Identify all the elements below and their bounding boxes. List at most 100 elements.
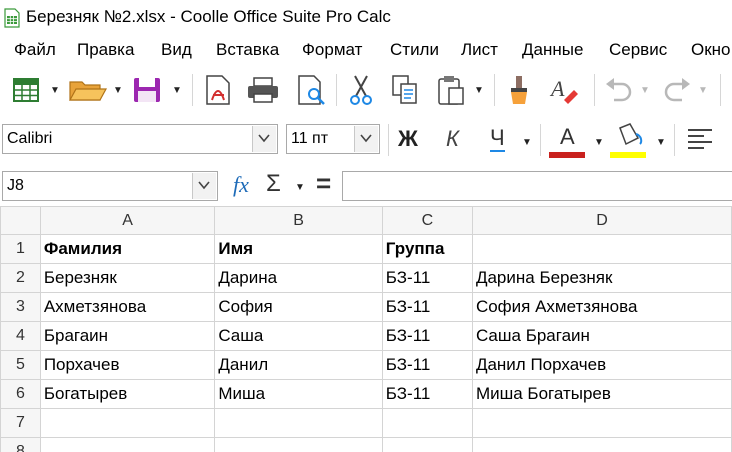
row-header[interactable]: 6 [0, 379, 41, 409]
cell-b2[interactable]: Дарина [214, 263, 383, 293]
menu-styles[interactable]: Стили [390, 40, 439, 60]
menu-insert[interactable]: Вставка [216, 40, 279, 60]
cell-b7[interactable] [214, 408, 383, 438]
formatting-toolbar: Calibri 11 пт Ж К Ч ▼ А ▼ ▼ [0, 118, 732, 162]
cell-c3[interactable]: БЗ-11 [381, 292, 473, 322]
row-header[interactable]: 1 [0, 234, 41, 264]
cut-icon[interactable] [346, 74, 376, 106]
cell-c5[interactable]: БЗ-11 [381, 350, 473, 380]
undo-icon[interactable] [604, 76, 634, 104]
cell-b3[interactable]: София [214, 292, 383, 322]
column-header-b[interactable]: B [214, 206, 383, 235]
cell-b8[interactable] [214, 437, 383, 452]
clear-formatting-icon[interactable]: A [548, 74, 580, 106]
cell-d4[interactable]: Саша Брагаин [471, 321, 732, 351]
sum-button[interactable]: Σ [266, 170, 281, 198]
formula-equals-button[interactable]: = [316, 168, 331, 199]
cell-a2[interactable]: Березняк [39, 263, 216, 293]
svg-text:A: A [549, 76, 565, 101]
menu-data[interactable]: Данные [522, 40, 583, 60]
column-header-d[interactable]: D [471, 206, 732, 235]
paste-icon[interactable] [436, 74, 466, 106]
cell-b5[interactable]: Данил [214, 350, 383, 380]
cell-a6[interactable]: Богатырев [39, 379, 216, 409]
clone-formatting-icon[interactable] [506, 74, 532, 106]
open-folder-icon[interactable] [68, 76, 108, 104]
font-color-button[interactable]: А [560, 124, 575, 150]
cell-a4[interactable]: Брагаин [39, 321, 216, 351]
name-box[interactable]: J8 [2, 171, 218, 201]
row-header[interactable]: 2 [0, 263, 41, 293]
cell-a7[interactable] [39, 408, 216, 438]
chevron-down-icon[interactable]: ▼ [474, 85, 484, 96]
cell-d2[interactable]: Дарина Березняк [471, 263, 732, 293]
menu-sheet[interactable]: Лист [461, 40, 498, 60]
print-icon[interactable] [246, 76, 280, 104]
chevron-down-icon[interactable]: ▼ [698, 85, 708, 96]
cell-d5[interactable]: Данил Порхачев [471, 350, 732, 380]
redo-icon[interactable] [662, 76, 692, 104]
print-preview-icon[interactable] [296, 74, 328, 106]
font-name-combo[interactable]: Calibri [2, 124, 278, 154]
cell-c4[interactable]: БЗ-11 [381, 321, 473, 351]
cell-c2[interactable]: БЗ-11 [381, 263, 473, 293]
chevron-down-icon[interactable] [354, 126, 378, 152]
table-row: 5 Порхачев Данил БЗ-11 Данил Порхачев [0, 350, 732, 380]
cell-d8[interactable] [471, 437, 732, 452]
cell-d7[interactable] [471, 408, 732, 438]
formula-input[interactable] [342, 171, 732, 201]
chevron-down-icon[interactable]: ▼ [113, 85, 123, 96]
export-pdf-icon[interactable] [204, 74, 234, 106]
cell-a5[interactable]: Порхачев [39, 350, 216, 380]
underline-button[interactable]: Ч [490, 126, 505, 152]
cell-d6[interactable]: Миша Богатырев [471, 379, 732, 409]
function-wizard-button[interactable]: fx [233, 172, 249, 198]
cell-c8[interactable] [381, 437, 473, 452]
row-header[interactable]: 8 [0, 437, 41, 452]
cell-c7[interactable] [381, 408, 473, 438]
save-icon[interactable] [132, 76, 162, 104]
row-header[interactable]: 3 [0, 292, 41, 322]
chevron-down-icon[interactable]: ▼ [522, 137, 532, 148]
formula-bar: J8 fx Σ ▼ = [0, 168, 732, 204]
cell-b1[interactable]: Имя [214, 234, 383, 264]
menu-tools[interactable]: Сервис [609, 40, 667, 60]
cell-d3[interactable]: София Ахметзянова [471, 292, 732, 322]
cell-c6[interactable]: БЗ-11 [381, 379, 473, 409]
menu-file[interactable]: Файл [14, 40, 56, 60]
cell-a3[interactable]: Ахметзянова [39, 292, 216, 322]
table-row: 4 Брагаин Саша БЗ-11 Саша Брагаин [0, 321, 732, 351]
chevron-down-icon[interactable]: ▼ [640, 85, 650, 96]
chevron-down-icon[interactable]: ▼ [172, 85, 182, 96]
chevron-down-icon[interactable]: ▼ [295, 182, 305, 193]
cell-b6[interactable]: Миша [214, 379, 383, 409]
font-size-combo[interactable]: 11 пт [286, 124, 380, 154]
highlight-icon[interactable] [612, 122, 648, 150]
chevron-down-icon[interactable]: ▼ [656, 137, 666, 148]
italic-button[interactable]: К [446, 126, 459, 152]
row-header[interactable]: 5 [0, 350, 41, 380]
row-header[interactable]: 7 [0, 408, 41, 438]
chevron-down-icon[interactable]: ▼ [594, 137, 604, 148]
column-header-a[interactable]: A [39, 206, 216, 235]
chevron-down-icon[interactable] [192, 173, 216, 199]
spreadsheet-app-icon [4, 8, 20, 28]
menu-window[interactable]: Окно [691, 40, 731, 60]
menu-view[interactable]: Вид [161, 40, 192, 60]
bold-button[interactable]: Ж [398, 126, 418, 152]
copy-icon[interactable] [390, 74, 420, 106]
chevron-down-icon[interactable]: ▼ [50, 85, 60, 96]
chevron-down-icon[interactable] [252, 126, 276, 152]
cell-d1[interactable] [471, 234, 732, 264]
new-spreadsheet-icon[interactable] [12, 76, 40, 104]
cell-c1[interactable]: Группа [381, 234, 473, 264]
cell-b4[interactable]: Саша [214, 321, 383, 351]
menu-edit[interactable]: Правка [77, 40, 134, 60]
align-left-icon[interactable] [686, 126, 716, 154]
cell-a1[interactable]: Фамилия [39, 234, 216, 264]
cell-a8[interactable] [39, 437, 216, 452]
row-header[interactable]: 4 [0, 321, 41, 351]
menu-format[interactable]: Формат [302, 40, 362, 60]
column-header-c[interactable]: C [381, 206, 473, 235]
select-all-corner[interactable] [0, 206, 41, 235]
